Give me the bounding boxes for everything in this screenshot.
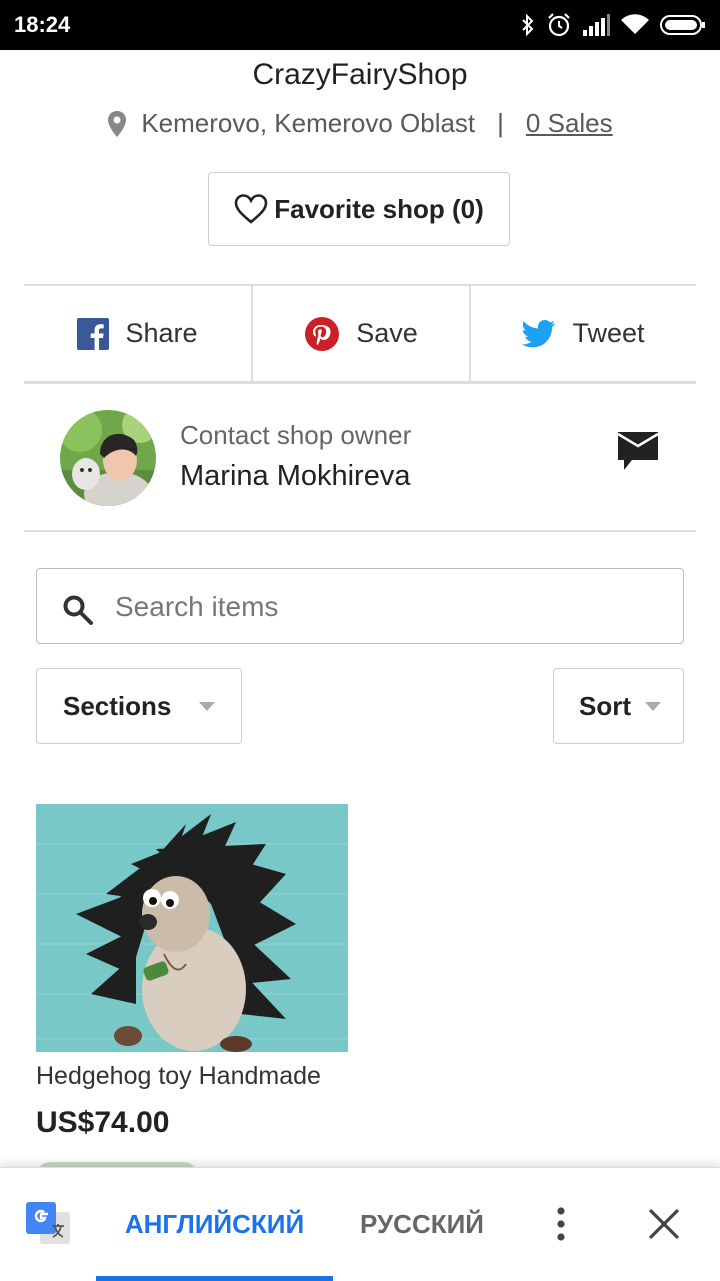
- pinterest-icon: [305, 316, 340, 351]
- tab-source-language[interactable]: АНГЛИЙСКИЙ: [96, 1168, 333, 1281]
- sales-link[interactable]: 0 Sales: [526, 108, 613, 139]
- status-time: 18:24: [14, 12, 71, 37]
- owner-name: Marina Mokhireva: [180, 460, 411, 492]
- close-icon[interactable]: [648, 1208, 680, 1240]
- twitter-tweet-button[interactable]: Tweet: [469, 286, 696, 381]
- shop-name: CrazyFairyShop: [252, 58, 468, 91]
- product-price: US$74.00: [36, 1106, 170, 1139]
- shop-location: Kemerovo, Kemerovo Oblast: [141, 108, 476, 138]
- signal-icon: [583, 14, 610, 36]
- translate-bar: АНГЛИЙСКИЙ РУССКИЙ: [0, 1167, 720, 1281]
- search-input[interactable]: [113, 581, 657, 633]
- location-pin-icon: [107, 110, 127, 138]
- heart-icon: [234, 194, 268, 224]
- twitter-icon: [522, 319, 556, 347]
- sort-dropdown[interactable]: Sort: [553, 668, 684, 744]
- wifi-icon: [621, 14, 649, 34]
- more-vert-icon[interactable]: [546, 1206, 576, 1242]
- facebook-share-button[interactable]: Share: [24, 286, 251, 381]
- location-divider: |: [497, 108, 504, 138]
- chevron-down-icon: [645, 702, 661, 711]
- facebook-icon: [77, 317, 110, 350]
- message-icon[interactable]: [616, 430, 660, 472]
- shop-location-row: Kemerovo, Kemerovo Oblast | 0 Sales: [0, 108, 720, 139]
- search-box[interactable]: [36, 568, 684, 644]
- tab-target-language[interactable]: РУССКИЙ: [340, 1168, 504, 1281]
- battery-icon: [660, 15, 705, 35]
- twitter-tweet-label: Tweet: [572, 318, 645, 348]
- sections-dropdown-label: Sections: [63, 690, 172, 721]
- sort-dropdown-label: Sort: [579, 690, 631, 721]
- chevron-down-icon: [199, 702, 215, 711]
- favorite-shop-label: Favorite shop (0): [274, 193, 484, 224]
- pinterest-save-button[interactable]: Save: [251, 286, 469, 381]
- contact-owner-row[interactable]: Contact shop owner Marina Mokhireva: [24, 384, 696, 532]
- favorite-shop-button[interactable]: Favorite shop (0): [208, 172, 510, 246]
- facebook-share-label: Share: [125, 318, 198, 348]
- product-image[interactable]: [36, 804, 348, 1052]
- owner-avatar[interactable]: [60, 410, 156, 506]
- sections-dropdown[interactable]: Sections: [36, 668, 242, 744]
- status-icons: [520, 10, 706, 40]
- pinterest-save-label: Save: [356, 318, 418, 348]
- social-share-row: Share Save Tweet: [24, 284, 696, 384]
- google-translate-icon: [26, 1202, 70, 1244]
- product-title[interactable]: Hedgehog toy Handmade: [36, 1062, 348, 1091]
- bluetooth-icon: [522, 13, 534, 37]
- active-tab-indicator: [96, 1276, 333, 1281]
- alarm-icon: [548, 13, 570, 37]
- status-bar: 18:24: [0, 0, 720, 50]
- search-icon: [63, 595, 93, 625]
- contact-owner-label: Contact shop owner: [180, 420, 412, 450]
